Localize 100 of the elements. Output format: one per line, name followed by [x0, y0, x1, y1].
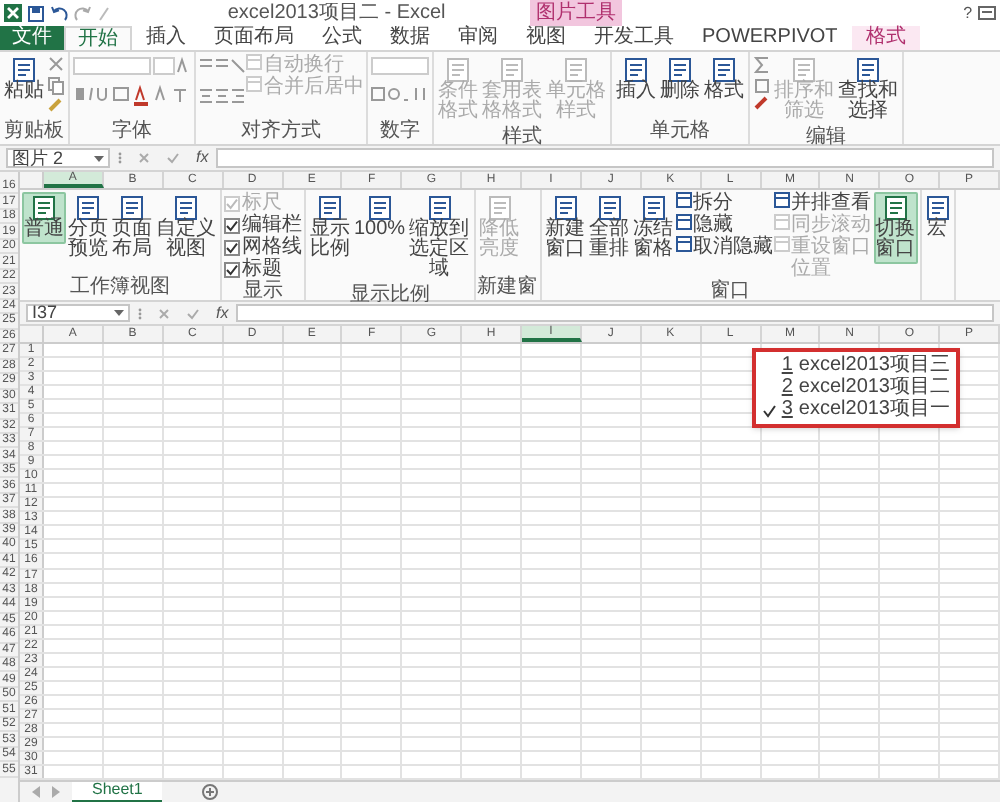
ribbon-button[interactable]: 并排查看	[773, 192, 874, 214]
enter-icon	[186, 307, 200, 319]
checkbox-option[interactable]: 标题	[224, 258, 302, 280]
sheet-icon	[925, 196, 950, 220]
sheet-icon	[427, 196, 452, 220]
sheet-icon	[641, 196, 666, 220]
ribbon-button[interactable]: 页面布局	[110, 192, 154, 264]
ribbon-tab[interactable]: 插入	[132, 26, 200, 50]
group-label: 字体	[112, 120, 152, 144]
sheet-icon	[120, 196, 144, 220]
formula-input[interactable]	[216, 148, 994, 168]
sheet-icon	[367, 196, 392, 220]
insert-function-button[interactable]: fx	[196, 150, 209, 166]
ribbon-tab[interactable]: 页面布局	[200, 26, 308, 50]
group-label: 显示比例	[349, 284, 430, 308]
ribbon-tab[interactable]: 数据	[376, 26, 444, 50]
name-box[interactable]: I37	[26, 304, 130, 322]
sheet-tab[interactable]: Sheet1	[72, 781, 163, 802]
sheet-icon	[883, 196, 908, 220]
sheet-icon	[318, 196, 342, 220]
dropdown-arrow-icon	[114, 310, 124, 316]
ribbon-button[interactable]: 查找和选择	[836, 54, 900, 126]
sheet-icon	[668, 58, 692, 82]
ribbon-button[interactable]: 取消隐藏	[675, 236, 774, 258]
ribbon-button[interactable]: 缩放到选定区域	[407, 192, 472, 284]
ribbon-button[interactable]: 冻结窗格	[631, 192, 676, 264]
window-icon	[773, 214, 790, 230]
ribbon-button[interactable]: 删除	[658, 54, 702, 106]
group-label: 窗口	[710, 280, 751, 304]
insert-function-button[interactable]: fx	[216, 305, 229, 321]
group-label: 编辑	[806, 126, 846, 150]
ribbon-button[interactable]: 新建窗口	[543, 192, 588, 264]
formula-input[interactable]	[236, 304, 994, 322]
group-label: 单元格	[650, 120, 710, 144]
ribbon-button[interactable]: 切换窗口	[873, 192, 918, 264]
ribbon-button[interactable]: 普通	[22, 192, 66, 244]
save-icon	[28, 5, 44, 21]
sheet-icon	[174, 196, 198, 220]
sheet-icon	[624, 58, 648, 82]
menu-item[interactable]: 3 excel2013项目一	[761, 400, 950, 420]
group-label: 数字	[380, 120, 420, 144]
help-button[interactable]: ?	[963, 5, 973, 21]
add-sheet-icon	[202, 784, 219, 800]
group-label: 显示	[243, 280, 283, 304]
sheet-icon	[487, 196, 512, 220]
ribbon-button[interactable]: 粘贴	[2, 54, 46, 106]
window-title: excel2013项目二 - Excel	[227, 3, 446, 23]
scroll-left-icon	[32, 786, 40, 798]
group-label: 工作簿视图	[70, 276, 170, 300]
group-label: 样式	[502, 126, 542, 150]
ribbon-button[interactable]: 格式	[702, 54, 746, 106]
ribbon-button[interactable]: 宏	[923, 192, 952, 244]
name-box[interactable]: 图片 2	[6, 148, 110, 168]
sheet-icon	[792, 58, 816, 82]
enter-icon	[166, 152, 180, 164]
scroll-right-icon	[52, 786, 60, 798]
window-icon	[675, 236, 692, 252]
sheet-icon	[553, 196, 578, 220]
window-icon	[773, 236, 790, 252]
ribbon-button[interactable]: 显示比例	[308, 192, 352, 264]
undo-icon	[50, 5, 68, 21]
sheet-icon	[32, 196, 56, 220]
group-label: 新建窗	[477, 276, 538, 300]
dropdown-arrow-icon	[94, 155, 104, 161]
ribbon-tab[interactable]: POWERPIVOT	[688, 26, 852, 50]
sheet-icon	[856, 58, 880, 82]
check-icon	[761, 403, 776, 417]
sheet-icon	[446, 58, 470, 82]
sheet-icon	[12, 58, 36, 82]
ribbon-button[interactable]: 自定义视图	[154, 192, 218, 264]
sheet-icon	[597, 196, 622, 220]
cancel-icon	[138, 152, 150, 164]
ribbon-button[interactable]: 插入	[614, 54, 658, 106]
ribbon-tab[interactable]: 文件	[0, 26, 64, 50]
ribbon-button[interactable]: 分页预览	[66, 192, 110, 264]
ribbon-tab[interactable]: 视图	[512, 26, 580, 50]
sheet-icon	[564, 58, 588, 82]
ribbon-button[interactable]: 隐藏	[675, 214, 774, 236]
redo-icon	[74, 5, 92, 21]
ribbon-tab[interactable]: 开发工具	[580, 26, 688, 50]
sheet-icon	[712, 58, 736, 82]
ribbon-button[interactable]: 全部重排	[587, 192, 632, 264]
ribbon-tab[interactable]: 格式	[851, 26, 920, 50]
context-tab-header: 图片工具	[529, 0, 622, 26]
checkbox-option[interactable]: 编辑栏	[224, 214, 302, 236]
editing-tools-drawing	[752, 54, 772, 114]
menu-item[interactable]: 1 excel2013项目三	[761, 356, 950, 376]
ribbon-tab[interactable]: 审阅	[444, 26, 512, 50]
sheet-icon	[500, 58, 524, 82]
cancel-icon	[158, 307, 170, 319]
window-icon	[246, 76, 262, 92]
ribbon-tab[interactable]: 开始	[64, 26, 132, 50]
ribbon-tab[interactable]: 公式	[308, 26, 376, 50]
group-label: 对齐方式	[241, 120, 321, 144]
menu-item[interactable]: 2 excel2013项目二	[761, 378, 950, 398]
checkbox-option[interactable]: 网格线	[224, 236, 302, 258]
ribbon-button[interactable]: 拆分	[675, 192, 774, 214]
ribbon-button[interactable]: 100%	[352, 192, 408, 244]
window-icon	[675, 214, 692, 230]
group-label: 剪贴板	[4, 120, 64, 144]
